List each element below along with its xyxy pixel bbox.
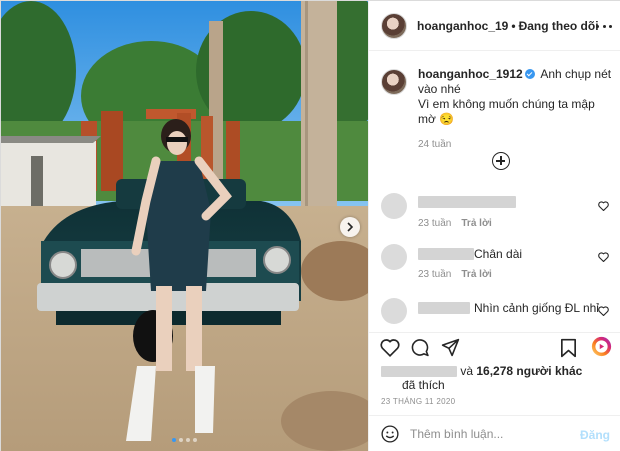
reply-button[interactable]: Trả lời — [461, 218, 491, 229]
share-icon[interactable] — [441, 338, 460, 357]
comment-avatar[interactable] — [381, 244, 407, 270]
comment-text: Chân dài — [474, 247, 523, 261]
carousel-dot — [179, 438, 183, 442]
caption-time: 24 tuần — [418, 139, 452, 150]
comment-avatar[interactable] — [381, 193, 407, 219]
comment-meta: 23 tuần Trả lời — [418, 218, 492, 229]
post-comment-button[interactable]: Đăng — [580, 428, 610, 442]
avatar[interactable] — [381, 12, 407, 39]
comment-input[interactable] — [410, 425, 570, 443]
reply-button[interactable]: Trả lời — [461, 269, 491, 280]
header-username[interactable]: hoanganhoc_19 — [417, 19, 508, 33]
redacted-username — [418, 302, 470, 314]
carousel-dot — [172, 438, 176, 442]
load-more-comments-button[interactable] — [492, 152, 510, 170]
reels-icon[interactable] — [591, 336, 612, 357]
verified-badge-icon — [524, 69, 535, 79]
post-photo[interactable] — [1, 1, 368, 451]
comment-item: Chân dài 23 tuần Trả lời — [381, 244, 613, 284]
comment-time[interactable]: 23 tuần — [418, 269, 451, 280]
caption-line2: Vì em không muốn chúng ta mập mờ 😒 — [418, 97, 595, 126]
likes-count[interactable]: 16,278 người khác — [476, 364, 582, 378]
comment-text: Nhìn cảnh giống ĐL nhỉ — [474, 301, 599, 315]
redacted-username — [418, 196, 516, 208]
photo-scene — [1, 1, 368, 451]
likes-suffix: đã thích — [402, 378, 445, 392]
carousel-dot — [193, 438, 197, 442]
caption: hoanganhoc_1912 Anh chụp nét vào nhé Vì … — [381, 67, 613, 150]
post-sidebar: hoanganhoc_19 • Đang theo dõi hoanganhoc… — [368, 1, 620, 451]
header-separator: • — [511, 18, 516, 33]
following-button[interactable]: Đang theo dõi — [519, 19, 599, 33]
comment-item: 23 tuần Trả lời — [381, 193, 613, 233]
comment-avatar[interactable] — [381, 298, 407, 324]
add-comment-bar: Đăng — [369, 415, 620, 451]
caption-avatar[interactable] — [381, 69, 407, 95]
comment-body: Chân dài — [418, 247, 522, 261]
action-bar — [369, 332, 620, 365]
comment-time[interactable]: 23 tuần — [418, 218, 451, 229]
carousel-indicator — [1, 438, 368, 442]
comment-meta: 23 tuần Trả lời — [418, 269, 492, 280]
comment-body — [418, 196, 516, 208]
redacted-username — [418, 248, 474, 260]
caption-username[interactable]: hoanganhoc_1912 — [418, 67, 523, 81]
post-date[interactable]: 23 THÁNG 11 2020 — [381, 397, 455, 406]
more-options-button[interactable] — [596, 19, 612, 33]
likes-summary: và 16,278 người khác — [381, 365, 582, 378]
more-icon — [602, 24, 606, 28]
more-icon — [609, 24, 612, 28]
more-icon — [596, 24, 599, 28]
carousel-dot — [186, 438, 190, 442]
heart-icon[interactable] — [598, 306, 609, 316]
instagram-post: hoanganhoc_19 • Đang theo dõi hoanganhoc… — [0, 0, 620, 451]
heart-icon[interactable] — [380, 338, 400, 357]
comment-icon[interactable] — [410, 338, 430, 357]
heart-icon[interactable] — [598, 201, 609, 211]
likes-connector: và — [460, 364, 474, 378]
emoji-icon[interactable] — [381, 425, 399, 443]
chevron-right-icon — [347, 222, 354, 232]
redacted-liker — [381, 366, 457, 378]
carousel-next-button[interactable] — [340, 217, 360, 237]
caption-text: hoanganhoc_1912 Anh chụp nét vào nhé Vì … — [418, 67, 613, 127]
comment-body: Nhìn cảnh giống ĐL nhỉ — [418, 301, 599, 315]
heart-icon[interactable] — [598, 252, 609, 262]
bookmark-icon[interactable] — [560, 338, 577, 358]
post-header: hoanganhoc_19 • Đang theo dõi — [369, 1, 620, 51]
